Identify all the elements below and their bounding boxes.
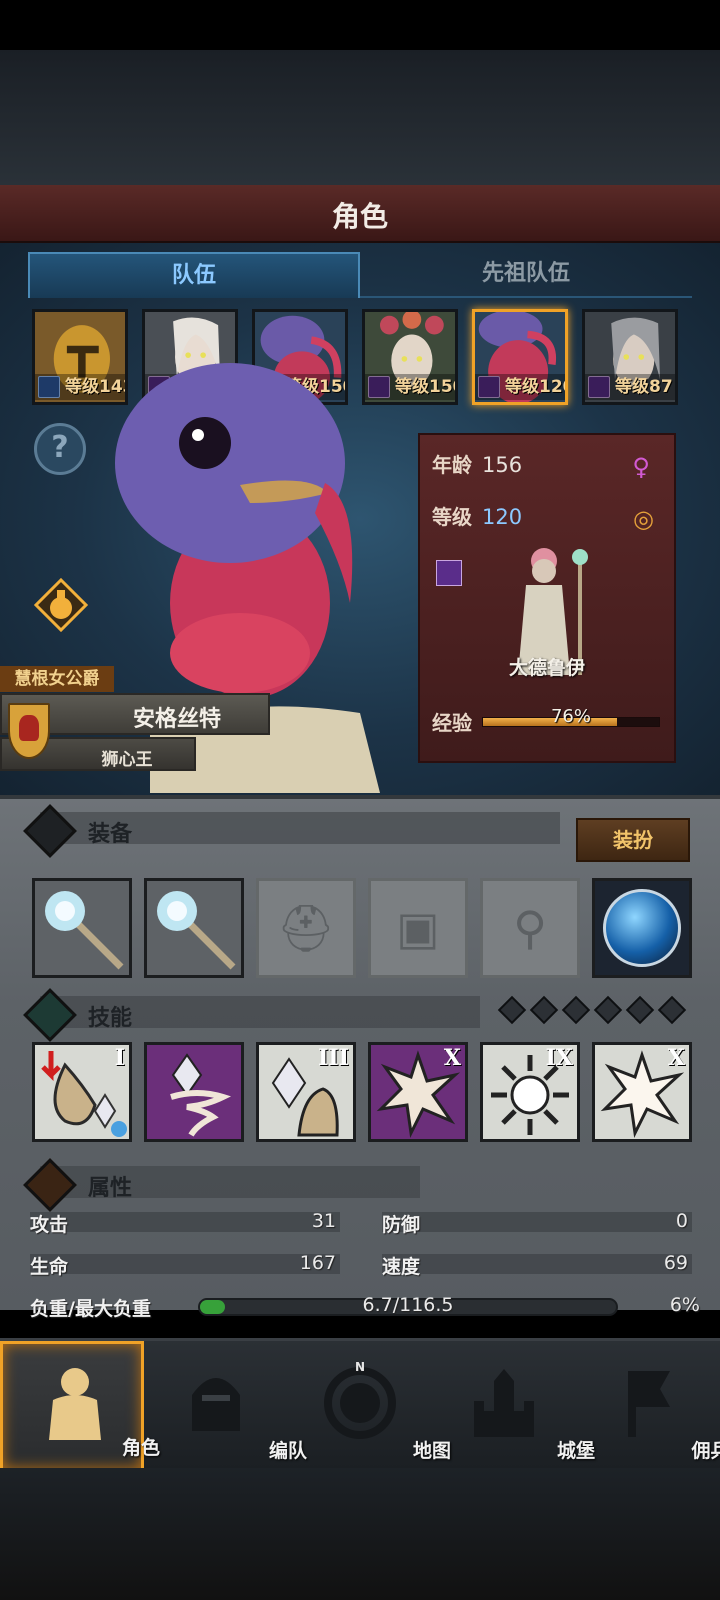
skill-rank: III [318,1045,349,1071]
nav-mercenary[interactable]: 佣兵团 [576,1341,720,1471]
equip-slot-boots[interactable]: ⚲ [480,878,580,978]
level-label: 等级 [432,505,472,529]
tornado-skill-icon [170,1053,232,1137]
equip-slot-weapon[interactable] [32,878,132,978]
skill-slot[interactable] [144,1042,244,1142]
bottom-nav: 角色 编队 N 地图 城堡 佣兵团 [0,1338,720,1471]
equipment-label: 装备 [88,822,133,847]
nav-label: 佣兵团 [691,1440,720,1462]
bottom-backdrop [0,1468,720,1600]
hp-label: 生命 [30,1256,69,1278]
skill-slot[interactable]: X [368,1042,468,1142]
attack-label: 攻击 [30,1214,69,1236]
character-subtitle: 狮心王 [101,750,153,770]
skill-rank: I [114,1045,125,1071]
equip-slot-helmet[interactable]: ⛑ [256,878,356,978]
roster-level: 等级120 [475,374,565,400]
nav-character[interactable]: 角色 [0,1341,160,1471]
hp-value: 167 [299,1252,336,1274]
potion-icon [33,577,89,633]
weight-value: 6.7/116.5 [362,1294,454,1316]
help-button[interactable]: ? [34,423,86,475]
defense-value: 0 [675,1210,688,1232]
skill-slot[interactable]: IX [480,1042,580,1142]
banner-icon [628,1371,670,1437]
potion-button[interactable] [33,577,89,633]
tab-ancestor-team[interactable]: 先祖队伍 [360,252,692,298]
age-row: 年龄 156 [432,449,522,478]
lion-crest-icon [8,703,50,759]
skill-slot[interactable]: I [32,1042,132,1142]
class-name: 大德鲁伊 [508,657,585,679]
age-value: 156 [482,453,523,477]
boots-icon: ⚲ [513,901,547,955]
staff-icon [35,881,129,975]
character-info-card: 年龄 156 ♀ 等级 120 ◎ 大德鲁伊 经验 76% [418,433,676,763]
level-value: 120 [482,505,523,529]
skills-label: 技能 [88,1006,133,1031]
knight-icon [49,1368,101,1440]
speed-value: 69 [663,1252,688,1274]
speed-label: 速度 [382,1256,421,1278]
attributes-label: 属性 [88,1176,133,1201]
dress-up-button[interactable]: 装扮 [576,818,690,862]
equip-slot-offhand[interactable] [144,878,244,978]
skill-rank: X [667,1045,685,1071]
equip-slot-armor[interactable]: ▣ [368,878,468,978]
staff-icon [436,560,462,586]
castle-icon [474,1369,534,1437]
helmet-icon [192,1378,240,1431]
age-label: 年龄 [432,453,472,477]
roster-level: 等级87 [585,374,675,400]
helmet-icon: ⛑ [276,901,336,955]
roster-slot[interactable]: 等级87 [582,309,678,405]
rank-title: 慧根女公爵 [0,666,114,692]
skill-rank: IX [545,1045,573,1071]
skill-slot[interactable]: III [256,1042,356,1142]
orb-icon [603,889,681,967]
armor-icon: ▣ [396,901,440,955]
skill-slot[interactable]: X [592,1042,692,1142]
tab-team[interactable]: 队伍 [28,252,360,298]
page-title: 角色 [331,200,388,233]
female-icon: ♀ [632,453,650,481]
nav-castle[interactable]: 城堡 [432,1341,595,1471]
roster-slot-selected[interactable]: 等级120 [472,309,568,405]
character-panel: 队伍 先祖队伍 等级143 等级96 等级150 [0,243,720,795]
nav-formation[interactable]: 编队 [144,1341,307,1471]
compass-icon: N [324,1361,396,1439]
character-name: 安格丝特 [132,707,221,732]
question-icon: ? [51,430,69,465]
attack-value: 31 [311,1210,336,1232]
exp-percent: 76% [550,706,591,727]
ring-icon[interactable]: ◎ [633,505,654,533]
equip-slot-accessory[interactable] [592,878,692,978]
top-backdrop [0,50,720,185]
exp-label: 经验 [432,711,472,735]
level-row: 等级 120 [432,501,522,530]
compass-north: N [355,1361,365,1374]
staff-icon [147,881,241,975]
skill-rank: X [443,1045,461,1071]
title-bar: 角色 [0,185,720,243]
weight-percent: 6% [669,1294,700,1316]
defense-label: 防御 [382,1214,421,1236]
weight-label: 负重/最大负重 [30,1298,151,1320]
nav-map[interactable]: N 地图 [288,1341,451,1471]
